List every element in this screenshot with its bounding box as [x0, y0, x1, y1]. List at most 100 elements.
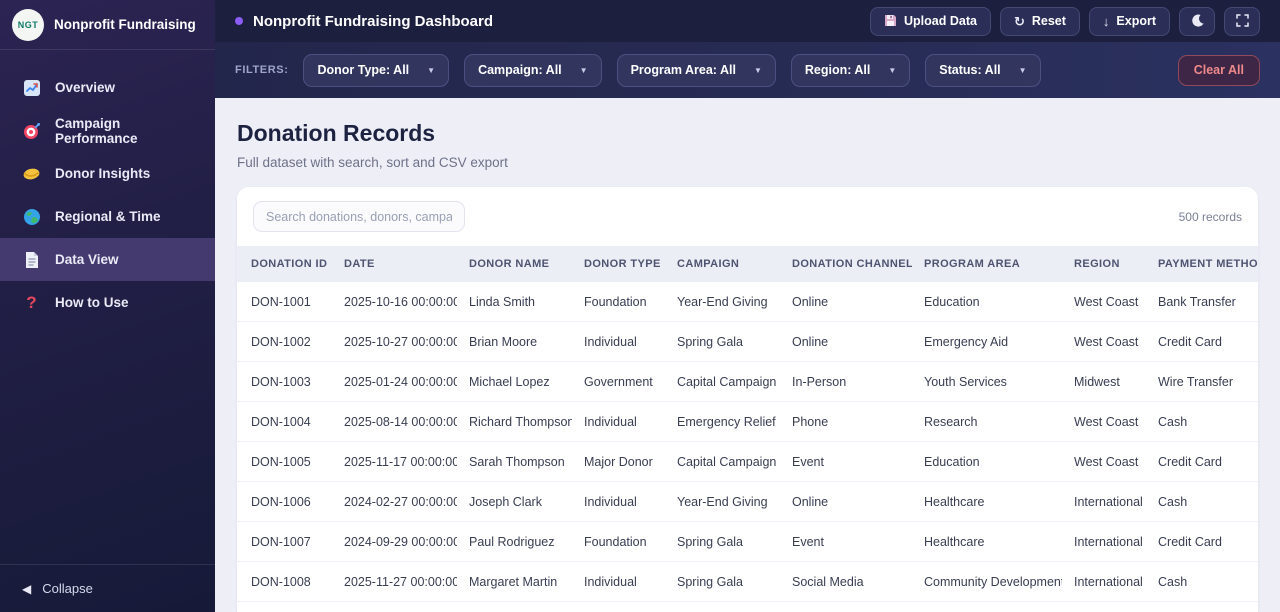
table-cell: Spring Gala	[665, 522, 780, 562]
search-input[interactable]	[253, 201, 465, 232]
campaign-filter-dropdown[interactable]: Campaign: All ▼	[464, 54, 602, 87]
table-cell: Linda Smith	[457, 282, 572, 322]
sidebar-item-label: Data View	[55, 252, 119, 267]
filter-bar: FILTERS: Donor Type: All ▼ Campaign: All…	[215, 42, 1280, 98]
sidebar: NGT Nonprofit Fundraising Overview Campa…	[0, 0, 215, 612]
table-cell: Individual	[572, 562, 665, 602]
table-cell: Cash	[1146, 482, 1258, 522]
column-header-donor-name[interactable]: DONOR NAME	[457, 246, 572, 282]
records-count: 500 records	[1179, 210, 1242, 224]
reset-button[interactable]: ↻ Reset	[1000, 7, 1080, 36]
column-header-date[interactable]: DATE	[332, 246, 457, 282]
globe-icon	[22, 207, 41, 226]
program-area-filter-value: Program Area: All	[631, 63, 736, 77]
table-cell: Major Donor	[572, 442, 665, 482]
export-label: Export	[1116, 14, 1156, 28]
table-row: DON-10062024-02-27 00:00:00Joseph ClarkI…	[237, 482, 1258, 522]
table-cell: Credit Card	[1146, 322, 1258, 362]
table-row: DON-10082025-11-27 00:00:00Margaret Mart…	[237, 562, 1258, 602]
header-actions: Upload Data ↻ Reset ↓ Export	[870, 7, 1260, 36]
table-cell: West Coast	[1062, 282, 1146, 322]
title-dot-icon	[235, 17, 243, 25]
clear-all-button[interactable]: Clear All	[1178, 55, 1260, 86]
filters-label: FILTERS:	[235, 64, 288, 76]
table-cell: Individual	[572, 322, 665, 362]
sidebar-item-overview[interactable]: Overview	[0, 66, 215, 109]
column-header-donation-channel[interactable]: DONATION CHANNEL	[780, 246, 912, 282]
table-cell: 2025-10-27 00:00:00	[332, 322, 457, 362]
top-header: Nonprofit Fundraising Dashboard Upload D…	[215, 0, 1280, 42]
app-logo: NGT	[12, 9, 44, 41]
table-cell: Emergency Relief	[665, 602, 780, 612]
table-cell: DON-1005	[237, 442, 332, 482]
table-cell: Credit Card	[1146, 442, 1258, 482]
column-header-campaign[interactable]: CAMPAIGN	[665, 246, 780, 282]
table-cell: Paul Rodriguez	[457, 522, 572, 562]
table-cell: Wire Transfer	[1146, 362, 1258, 402]
table-toolbar: 500 records	[237, 187, 1258, 246]
donation-records-card: 500 records DONATION IDDATEDONOR NAMEDON…	[237, 187, 1258, 612]
table-cell: DON-1004	[237, 402, 332, 442]
sidebar-item-campaign-performance[interactable]: Campaign Performance	[0, 109, 215, 152]
sidebar-item-regional-time[interactable]: Regional & Time	[0, 195, 215, 238]
column-header-payment-method[interactable]: PAYMENT METHOD	[1146, 246, 1258, 282]
table-cell: 2025-01-24 00:00:00	[332, 362, 457, 402]
table-row: DON-10042025-08-14 00:00:00Richard Thomp…	[237, 402, 1258, 442]
table-row: DON-10032025-01-24 00:00:00Michael Lopez…	[237, 362, 1258, 402]
sidebar-item-label: Regional & Time	[55, 209, 161, 224]
table-cell: Richard Thompson	[457, 402, 572, 442]
sidebar-item-label: How to Use	[55, 295, 129, 310]
table-head: DONATION IDDATEDONOR NAMEDONOR TYPECAMPA…	[237, 246, 1258, 282]
page-subtitle: Full dataset with search, sort and CSV e…	[237, 155, 1258, 170]
chevron-down-icon: ▼	[888, 66, 896, 75]
collapse-arrow-icon: ◀	[22, 582, 31, 596]
region-filter-dropdown[interactable]: Region: All ▼	[791, 54, 910, 87]
column-header-donation-id[interactable]: DONATION ID	[237, 246, 332, 282]
table-cell: Spring Gala	[665, 562, 780, 602]
status-filter-value: Status: All	[939, 63, 1000, 77]
table-row: DON-10052025-11-17 00:00:00Sarah Thompso…	[237, 442, 1258, 482]
program-area-filter-dropdown[interactable]: Program Area: All ▼	[617, 54, 776, 87]
handshake-icon	[22, 164, 41, 183]
table-cell: West Coast	[1062, 322, 1146, 362]
table-cell: Emergency Aid	[912, 322, 1062, 362]
table-cell: Education	[912, 282, 1062, 322]
dark-mode-toggle-button[interactable]	[1179, 7, 1215, 36]
collapse-button[interactable]: ◀ Collapse	[0, 564, 215, 612]
column-header-region[interactable]: REGION	[1062, 246, 1146, 282]
table-cell: Year-End Giving	[665, 482, 780, 522]
column-header-program-area[interactable]: PROGRAM AREA	[912, 246, 1062, 282]
table-cell: Bank Transfer	[1146, 282, 1258, 322]
sidebar-app-title: Nonprofit Fundraising	[54, 17, 196, 32]
upload-data-button[interactable]: Upload Data	[870, 7, 991, 36]
sidebar-nav: Overview Campaign Performance Donor Insi…	[0, 50, 215, 324]
table-cell: Bank Transfer	[1146, 602, 1258, 612]
table-cell: 2024-02-27 00:00:00	[332, 482, 457, 522]
sidebar-item-how-to-use[interactable]: ? How to Use	[0, 281, 215, 324]
table-cell: 2025-11-27 00:00:00	[332, 562, 457, 602]
document-icon	[22, 250, 41, 269]
upload-data-label: Upload Data	[904, 14, 977, 28]
column-header-donor-type[interactable]: DONOR TYPE	[572, 246, 665, 282]
table-cell: DON-1009	[237, 602, 332, 612]
table-cell: Cash	[1146, 562, 1258, 602]
table-cell: DON-1003	[237, 362, 332, 402]
table-cell: West Coast	[1062, 442, 1146, 482]
table-cell: DON-1008	[237, 562, 332, 602]
sidebar-item-donor-insights[interactable]: Donor Insights	[0, 152, 215, 195]
donor-type-filter-dropdown[interactable]: Donor Type: All ▼	[303, 54, 449, 87]
export-button[interactable]: ↓ Export	[1089, 7, 1170, 36]
chevron-down-icon: ▼	[580, 66, 588, 75]
table-cell: Emergency Relief	[665, 402, 780, 442]
line-chart-icon	[22, 78, 41, 97]
table-cell: Healthcare	[912, 522, 1062, 562]
table-cell: 2024-09-29 00:00:00	[332, 522, 457, 562]
table-cell: Sarah Thompson	[457, 442, 572, 482]
page-title: Donation Records	[237, 120, 1258, 147]
table-cell: Online	[780, 282, 912, 322]
status-filter-dropdown[interactable]: Status: All ▼	[925, 54, 1040, 87]
sidebar-item-data-view[interactable]: Data View	[0, 238, 215, 281]
table-cell: Capital Campaign	[665, 442, 780, 482]
fullscreen-button[interactable]	[1224, 7, 1260, 36]
dashboard-title: Nonprofit Fundraising Dashboard	[253, 13, 493, 30]
